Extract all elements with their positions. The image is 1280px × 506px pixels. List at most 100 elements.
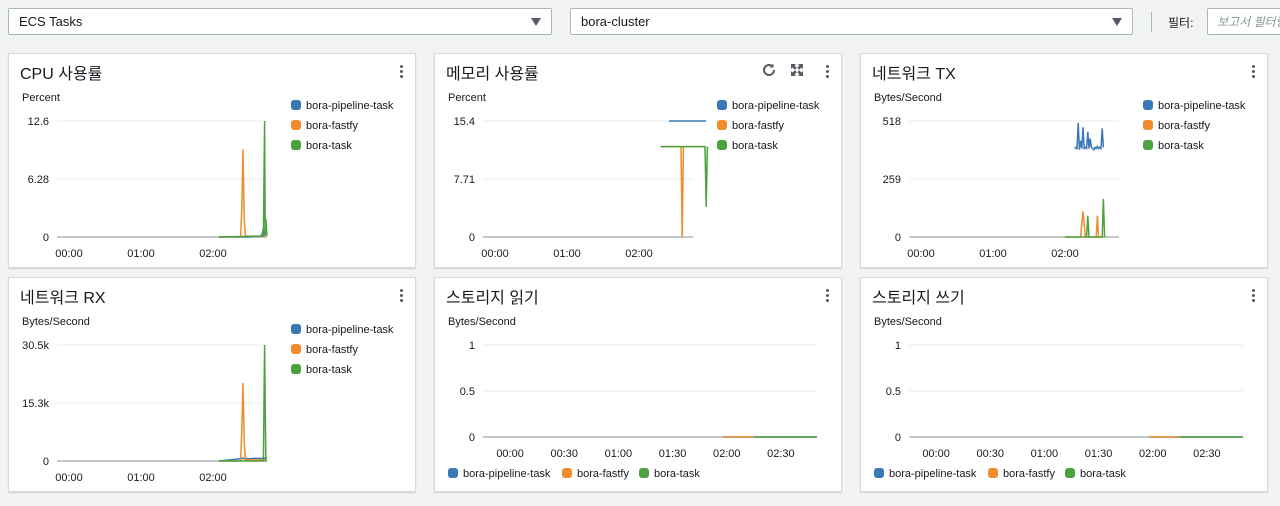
y-tick-label: 0.5	[886, 386, 901, 398]
x-tick-label: 01:00	[127, 472, 155, 484]
legend-swatch	[562, 468, 572, 478]
y-tick-label: 6.28	[28, 174, 49, 186]
y-tick-label: 0	[469, 432, 475, 444]
chevron-down-icon	[531, 18, 541, 26]
x-tick-label: 02:00	[625, 248, 653, 260]
legend-item[interactable]: bora-pipeline-task	[448, 468, 550, 480]
series-line-bora-fastfy	[219, 382, 266, 462]
filter-label: 필터:	[1168, 16, 1194, 30]
x-tick-label: 01:00	[979, 248, 1007, 260]
legend-item[interactable]: bora-pipeline-task	[717, 100, 819, 112]
legend-label: bora-task	[654, 468, 700, 480]
y-tick-label: 0	[43, 456, 49, 468]
legend-item[interactable]: bora-fastfy	[562, 468, 629, 480]
x-tick-label: 01:00	[1031, 448, 1059, 460]
legend-swatch	[291, 344, 301, 354]
legend-swatch	[988, 468, 998, 478]
chart-plot: 0 6.28 12.6 00:00 01:00 02:00	[28, 116, 268, 260]
legend-label: bora-task	[306, 140, 352, 152]
x-tick-label: 00:00	[481, 248, 509, 260]
y-tick-label: 0	[895, 432, 901, 444]
x-tick-label: 01:30	[659, 448, 687, 460]
legend-label: bora-pipeline-task	[889, 468, 977, 480]
series-line-bora-fastfy	[219, 149, 266, 238]
y-tick-label: 30.5k	[22, 340, 49, 352]
legend-label: bora-pipeline-task	[732, 100, 820, 112]
series-line-bora-fastfy	[660, 145, 703, 238]
y-tick-label: 0.5	[460, 386, 475, 398]
cluster-value: bora-cluster	[581, 14, 650, 29]
legend-swatch	[1065, 468, 1075, 478]
series-line-bora-fastfy	[1065, 211, 1104, 238]
x-tick-label: 01:00	[605, 448, 633, 460]
y-tick-label: 0	[895, 232, 901, 244]
legend-label: bora-pipeline-task	[463, 468, 551, 480]
legend-label: bora-task	[732, 140, 778, 152]
chart-plot: 0 7.71 15.4 00:00 01:00 02:00	[454, 116, 709, 260]
panel-cpu-usage: CPU 사용률 Percent 0 6.28 12.6 00:00 01:00 02:00…	[8, 53, 416, 268]
y-tick-label: 518	[883, 116, 901, 128]
chart-plot: 0 0.5 1 00:00 00:30 01:00 01:30 02:00 02:30	[886, 340, 1243, 460]
legend-swatch	[717, 140, 727, 150]
legend-item[interactable]: bora-task	[291, 364, 352, 376]
panel-storage-write: 스토리지 쓰기 Bytes/Second 0 0.5 1 00:00 00:30 01:0…	[860, 277, 1268, 492]
legend-item[interactable]: bora-pipeline-task	[1143, 100, 1245, 112]
x-tick-label: 01:30	[1085, 448, 1113, 460]
legend-item[interactable]: bora-fastfy	[291, 344, 358, 356]
x-tick-label: 00:00	[922, 448, 950, 460]
x-tick-label: 02:00	[199, 248, 227, 260]
toolbar-divider	[1151, 12, 1152, 32]
legend-item[interactable]: bora-fastfy	[291, 120, 358, 132]
legend-label: bora-fastfy	[732, 120, 784, 132]
x-tick-label: 02:00	[713, 448, 741, 460]
series-line-bora-pipeline-task	[1074, 122, 1105, 151]
y-tick-label: 15.4	[454, 116, 475, 128]
filter-input[interactable]	[1207, 8, 1280, 35]
legend-label: bora-pipeline-task	[1158, 100, 1246, 112]
y-tick-label: 0	[469, 232, 475, 244]
legend-item[interactable]: bora-task	[291, 140, 352, 152]
x-tick-label: 02:00	[199, 472, 227, 484]
legend-item[interactable]: bora-pipeline-task	[291, 100, 393, 112]
legend-label: bora-task	[1080, 468, 1126, 480]
panel-network-tx: 네트워크 TX Bytes/Second 0 259 518 00:00 01:00 02…	[860, 53, 1268, 268]
legend-item[interactable]: bora-task	[1143, 140, 1204, 152]
legend-item[interactable]: bora-task	[639, 468, 700, 480]
legend-item[interactable]: bora-fastfy	[988, 468, 1055, 480]
y-tick-label: 12.6	[28, 116, 49, 128]
legend-label: bora-task	[306, 364, 352, 376]
legend-label: bora-fastfy	[306, 344, 358, 356]
x-tick-label: 02:00	[1139, 448, 1167, 460]
x-tick-label: 02:30	[1193, 448, 1221, 460]
legend-swatch	[291, 120, 301, 130]
x-tick-label: 02:30	[767, 448, 795, 460]
y-tick-label: 259	[883, 174, 901, 186]
legend-swatch	[1143, 140, 1153, 150]
x-tick-label: 01:00	[127, 248, 155, 260]
y-tick-label: 1	[469, 340, 475, 352]
resource-type-select[interactable]: ECS Tasks	[8, 8, 552, 35]
y-tick-label: 15.3k	[22, 398, 49, 410]
legend-item[interactable]: bora-task	[1065, 468, 1126, 480]
legend-swatch	[291, 364, 301, 374]
legend-label: bora-pipeline-task	[306, 324, 394, 336]
legend-item[interactable]: bora-pipeline-task	[291, 324, 393, 336]
legend-item[interactable]: bora-pipeline-task	[874, 468, 976, 480]
legend-item[interactable]: bora-fastfy	[717, 120, 784, 132]
y-tick-label: 1	[895, 340, 901, 352]
panel-memory-usage: 메모리 사용률 Percent 0 7.71 15.4 00:00 01:00 02:00…	[434, 53, 842, 268]
x-tick-label: 00:00	[55, 472, 83, 484]
x-tick-label: 00:30	[976, 448, 1004, 460]
legend-item[interactable]: bora-fastfy	[1143, 120, 1210, 132]
legend-swatch	[1143, 120, 1153, 130]
x-tick-label: 00:00	[55, 248, 83, 260]
legend-swatch	[717, 120, 727, 130]
resource-type-value: ECS Tasks	[19, 14, 83, 29]
legend-item[interactable]: bora-task	[717, 140, 778, 152]
legend-swatch	[639, 468, 649, 478]
y-tick-label: 7.71	[454, 174, 475, 186]
chevron-down-icon	[1112, 18, 1122, 26]
toolbar: ECS Tasks bora-cluster 필터:	[0, 0, 1280, 42]
cluster-select[interactable]: bora-cluster	[570, 8, 1133, 35]
chart-plot: 0 0.5 1 00:00 00:30 01:00 01:30 02:00 02:30	[460, 340, 817, 460]
